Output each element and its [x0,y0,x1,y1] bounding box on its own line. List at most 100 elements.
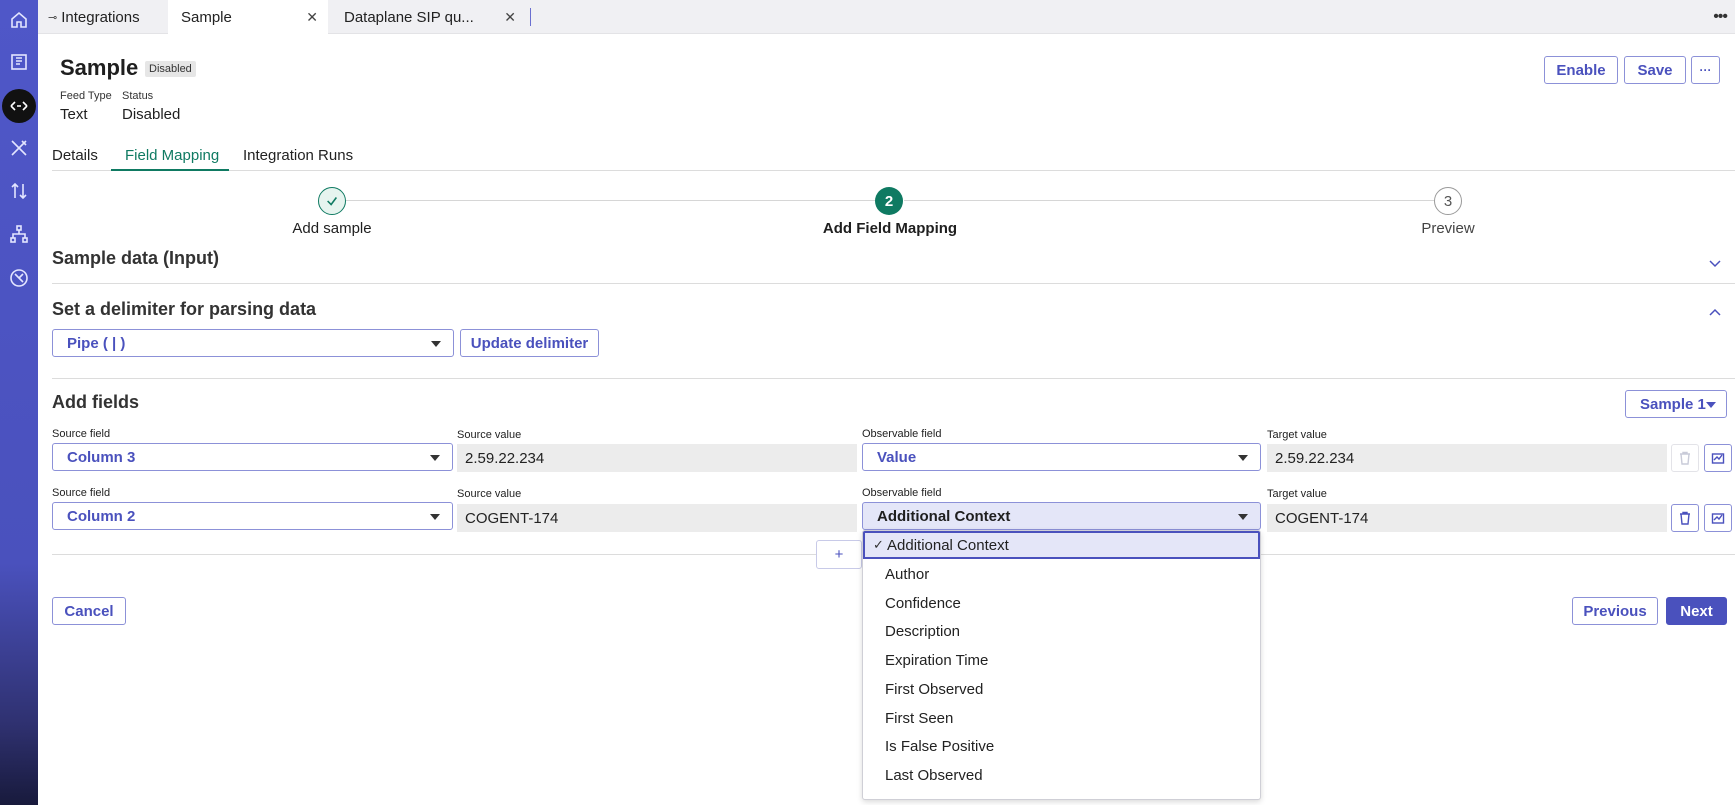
source-field-value: Column 2 [67,507,136,525]
tab-integration-runs[interactable]: Integration Runs [243,147,353,164]
close-icon[interactable]: ✕ [306,9,318,26]
caret-down-icon [430,455,440,461]
option-label: Description [885,622,961,640]
tab-integrations[interactable]: ⊸ Integrations [38,0,168,34]
chart-icon [1711,513,1725,524]
delimiter-value: Pipe ( | ) [67,334,126,352]
sample-data-heading[interactable]: Sample data (Input) [52,248,219,269]
save-button[interactable]: Save [1624,56,1686,84]
next-button[interactable]: Next [1666,597,1727,625]
delimiter-heading: Set a delimiter for parsing data [52,299,317,319]
caret-down-icon [1238,514,1248,520]
tab-label: Sample [181,8,232,26]
option-label: First Seen [885,709,954,727]
caret-down-icon [1706,402,1716,408]
caret-down-icon [1238,455,1248,461]
update-delimiter-button[interactable]: Update delimiter [460,329,599,357]
chart-icon [1711,453,1725,464]
integrations-icon[interactable] [2,89,36,123]
step-connector [346,200,876,201]
hierarchy-icon[interactable] [4,219,34,249]
target-value: 2.59.22.234 [1267,444,1667,472]
tab-dataplane[interactable]: Dataplane SIP qu... ✕ [334,0,530,34]
mapping-options-button[interactable] [1704,504,1732,532]
delimiter-select[interactable]: Pipe ( | ) [52,329,454,357]
option-label: First Observed [885,680,984,698]
dropdown-option[interactable]: Is False Positive [863,732,1260,760]
trash-icon [1680,511,1690,525]
observable-field-dropdown: ✓ Additional Context Author Confidence D… [862,530,1261,800]
mapping-options-button[interactable] [1704,444,1732,472]
page-title: Sample [60,55,139,80]
transfer-icon[interactable] [4,176,34,206]
close-icon[interactable]: ✕ [504,9,516,26]
book-icon[interactable] [4,47,34,77]
active-tab-indicator [111,169,229,171]
step-connector [904,200,1434,201]
dropdown-option[interactable]: First Observed [863,675,1260,703]
step-3-circle: 3 [1434,187,1462,215]
caret-down-icon [430,514,440,520]
step-1-label: Add sample [292,220,372,237]
sample-select[interactable]: Sample 1 [1625,390,1727,418]
trash-icon [1680,451,1690,465]
observable-field-label: Observable field [862,487,942,499]
chevron-down-icon[interactable] [1709,256,1721,268]
dropdown-option[interactable]: Confidence [863,589,1260,617]
dropdown-option[interactable]: Expiration Time [863,646,1260,674]
more-options-button[interactable]: ··· [1691,56,1720,84]
dropdown-option[interactable]: Author [863,560,1260,588]
cancel-button[interactable]: Cancel [52,597,126,625]
option-label: Is False Positive [885,737,995,755]
tab-sample[interactable]: Sample ✕ [168,0,328,34]
source-value: 2.59.22.234 [457,444,857,472]
chevron-up-icon[interactable] [1709,305,1721,317]
tab-label: Integrations [61,8,140,26]
divider [52,283,1735,284]
sample-select-value: Sample 1 [1640,395,1706,413]
app-root: ⊸ Integrations Sample ✕ Dataplane SIP qu… [0,0,1735,805]
dropdown-option[interactable]: First Seen [863,704,1260,732]
network-icon[interactable] [4,263,34,293]
observable-field-select[interactable]: Value [862,443,1261,471]
feed-type-value: Text [60,106,88,123]
source-field-select[interactable]: Column 3 [52,443,453,471]
feed-type-label: Feed Type [60,90,112,102]
enable-button[interactable]: Enable [1544,56,1618,84]
integration-tab-icon: ⊸ [48,11,58,24]
option-label: Author [885,565,930,583]
caret-down-icon [431,341,441,347]
source-field-select[interactable]: Column 2 [52,502,453,530]
dropdown-option[interactable]: Last Observed [863,761,1260,789]
status-value: Disabled [122,106,181,123]
source-field-value: Column 3 [67,448,136,466]
step-1-check-icon [318,187,346,215]
add-fields-heading: Add fields [52,392,140,412]
source-value-label: Source value [457,488,522,500]
previous-button[interactable]: Previous [1572,597,1658,625]
dropdown-option[interactable]: ✓ Additional Context [863,531,1260,559]
tab-field-mapping[interactable]: Field Mapping [125,147,219,164]
dropdown-option[interactable]: Description [863,617,1260,645]
target-value: COGENT-174 [1267,504,1667,532]
delete-row-button[interactable] [1671,504,1699,532]
source-value: COGENT-174 [457,504,857,532]
observable-field-value: Additional Context [877,507,1011,525]
source-value-label: Source value [457,429,522,441]
tab-details[interactable]: Details [52,147,98,164]
subtab-bar: Details Field Mapping Integration Runs [52,141,1735,171]
observable-field-select[interactable]: Additional Context [862,502,1261,530]
add-field-button[interactable]: + [816,540,862,569]
status-badge: Disabled [145,61,196,77]
option-label: Additional Context [887,536,1009,554]
source-field-label: Source field [52,487,111,499]
left-rail [0,0,38,805]
home-icon[interactable] [4,5,34,35]
check-icon: ✓ [873,537,884,552]
option-label: Expiration Time [885,651,989,669]
observable-field-value: Value [877,448,917,466]
more-icon[interactable]: ••• [1713,8,1728,26]
option-label: Last Observed [885,766,983,784]
tools-icon[interactable] [4,133,34,163]
tab-separator [530,8,531,26]
